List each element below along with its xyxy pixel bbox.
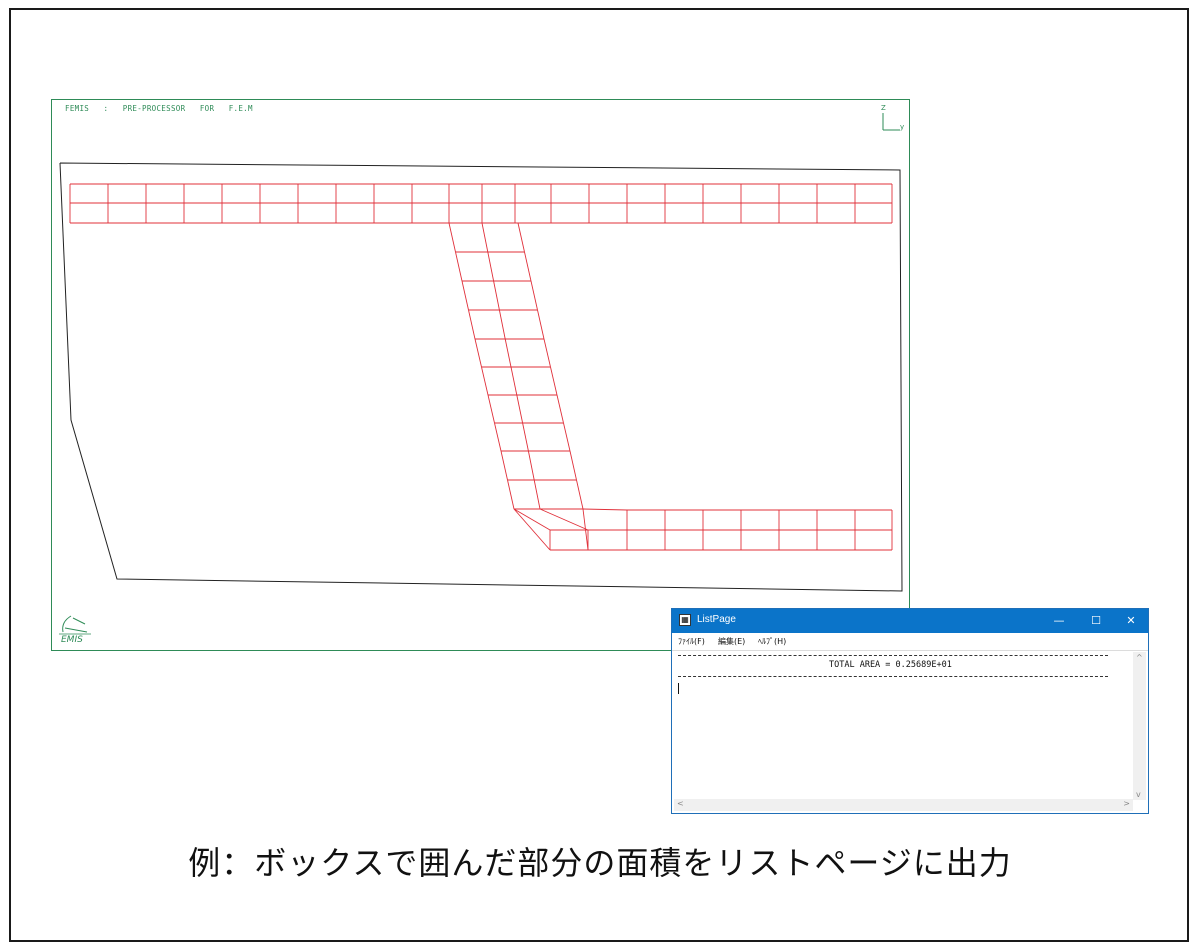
vertical-scrollbar[interactable]: ^ v	[1133, 652, 1146, 800]
menu-edit[interactable]: 編集(E)	[718, 636, 745, 647]
mesh-edge	[494, 422, 502, 452]
maximize-button[interactable]: ☐	[1081, 612, 1111, 630]
scroll-down-icon[interactable]: v	[1136, 790, 1141, 799]
listpage-window[interactable]: ▦ ListPage — ☐ ✕ ﾌｧｲﾙ(F) 編集(E) ﾍﾙﾌﾟ(H) T…	[671, 608, 1149, 814]
mesh-edge	[530, 280, 538, 311]
app-icon: ▦	[679, 614, 691, 626]
mesh-edge	[527, 450, 535, 481]
mesh-edge	[487, 251, 495, 282]
text-caret	[678, 683, 679, 694]
menu-bar: ﾌｧｲﾙ(F) 編集(E) ﾍﾙﾌﾟ(H)	[672, 633, 1148, 651]
mesh-edge	[556, 394, 564, 424]
svg-text:EMIS: EMIS	[61, 635, 83, 644]
mesh-edge	[455, 251, 463, 282]
mesh-canvas[interactable]	[52, 100, 909, 650]
model-outline	[59, 162, 903, 592]
scroll-right-icon[interactable]: >	[1123, 799, 1130, 808]
menu-help[interactable]: ﾍﾙﾌﾟ(H)	[758, 636, 786, 647]
mesh-edge	[481, 222, 489, 253]
dash-divider-bottom	[678, 676, 1108, 677]
mesh-edge	[569, 450, 577, 481]
mesh-edge	[539, 508, 589, 531]
mesh-edge	[510, 366, 518, 396]
minimize-button[interactable]: —	[1044, 612, 1074, 630]
mesh-edge	[563, 422, 571, 452]
mesh-edge	[500, 450, 508, 481]
femis-viewport[interactable]: FEMIS : PRE-PROCESSOR FOR F.E.M Z y EMIS	[51, 99, 910, 651]
mesh-edge	[481, 366, 489, 396]
total-area-text: TOTAL AREA = 0.25689E+01	[829, 660, 952, 670]
mesh-edge	[522, 422, 529, 452]
close-button[interactable]: ✕	[1116, 612, 1146, 630]
axis-y-label: y	[900, 123, 905, 131]
scroll-left-icon[interactable]: <	[677, 799, 684, 808]
mesh-edge	[513, 508, 551, 531]
mesh-edge	[493, 280, 500, 311]
mesh-edge	[516, 394, 524, 424]
listpage-titlebar[interactable]: ▦ ListPage — ☐ ✕	[672, 609, 1148, 633]
caption-text: 例：ボックスで囲んだ部分の面積をリストページに出力	[188, 844, 1012, 882]
mesh-edge	[461, 280, 469, 311]
dash-divider-top	[678, 655, 1108, 656]
mesh-edge	[504, 338, 512, 368]
mesh-edge	[537, 309, 545, 340]
mesh-edge	[513, 508, 551, 551]
femis-logo: EMIS	[59, 615, 91, 644]
mesh-edge	[533, 479, 541, 510]
horizontal-scrollbar[interactable]: < >	[674, 799, 1133, 811]
axis-indicator: Z y	[878, 104, 908, 134]
window-title: ListPage	[697, 614, 736, 625]
mesh-edge	[582, 508, 628, 511]
mesh-edge	[498, 309, 506, 340]
mesh-edge	[448, 222, 456, 253]
mesh-edge	[517, 222, 525, 253]
mesh-edge	[524, 251, 532, 282]
menu-file[interactable]: ﾌｧｲﾙ(F)	[678, 636, 705, 647]
mesh-edge	[550, 366, 558, 396]
mesh-edge	[507, 479, 515, 510]
mesh-edge	[468, 309, 476, 340]
mesh-edge	[474, 338, 482, 368]
mesh-edge	[487, 394, 495, 424]
list-content[interactable]: TOTAL AREA = 0.25689E+01	[674, 652, 1134, 800]
scroll-up-icon[interactable]: ^	[1136, 653, 1143, 662]
mesh-edge	[543, 338, 551, 368]
mesh-edge	[576, 479, 584, 510]
